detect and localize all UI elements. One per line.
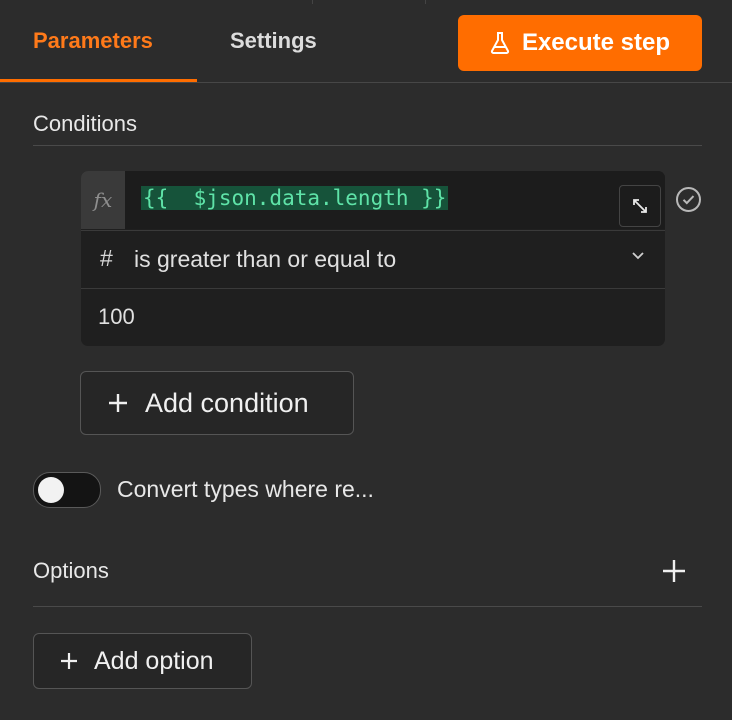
- tab-settings[interactable]: Settings: [230, 28, 317, 54]
- expression-field[interactable]: {{ $json.data.length }}: [125, 171, 665, 229]
- chevron-down-icon: [632, 252, 644, 260]
- expand-icon: [633, 199, 647, 213]
- options-divider: [33, 606, 702, 607]
- plus-icon: [61, 653, 77, 669]
- check-circle-icon: [676, 187, 701, 212]
- convert-types-toggle[interactable]: [33, 472, 101, 508]
- operator-select[interactable]: # is greater than or equal to: [81, 230, 665, 289]
- flask-icon: [490, 32, 510, 54]
- fx-icon: fx: [81, 171, 125, 229]
- value-input[interactable]: 100: [81, 289, 665, 346]
- conditions-divider: [33, 145, 702, 146]
- add-options-plus-icon[interactable]: [661, 558, 687, 584]
- add-option-label: Add option: [94, 646, 214, 675]
- expand-expression-button[interactable]: [619, 185, 661, 227]
- add-condition-button[interactable]: Add condition: [80, 371, 354, 435]
- expression-text: {{ $json.data.length }}: [141, 186, 449, 210]
- options-heading: Options: [33, 558, 109, 583]
- tab-parameters[interactable]: Parameters: [33, 28, 153, 54]
- number-type-icon: #: [100, 245, 113, 271]
- execute-step-label: Execute step: [521, 29, 671, 56]
- add-condition-label: Add condition: [145, 387, 309, 418]
- conditions-heading: Conditions: [33, 111, 137, 136]
- toggle-knob: [38, 477, 64, 503]
- add-option-button[interactable]: Add option: [33, 633, 252, 689]
- active-tab-indicator: [0, 79, 197, 82]
- tab-bar: Parameters Settings Execute step: [0, 0, 732, 83]
- convert-types-label: Convert types where re...: [117, 476, 374, 502]
- condition-card: fx {{ $json.data.length }} # is greater …: [81, 171, 665, 346]
- execute-step-button[interactable]: Execute step: [458, 15, 702, 71]
- operator-label: is greater than or equal to: [134, 246, 397, 272]
- value-text: 100: [98, 304, 135, 329]
- plus-icon: [109, 394, 127, 412]
